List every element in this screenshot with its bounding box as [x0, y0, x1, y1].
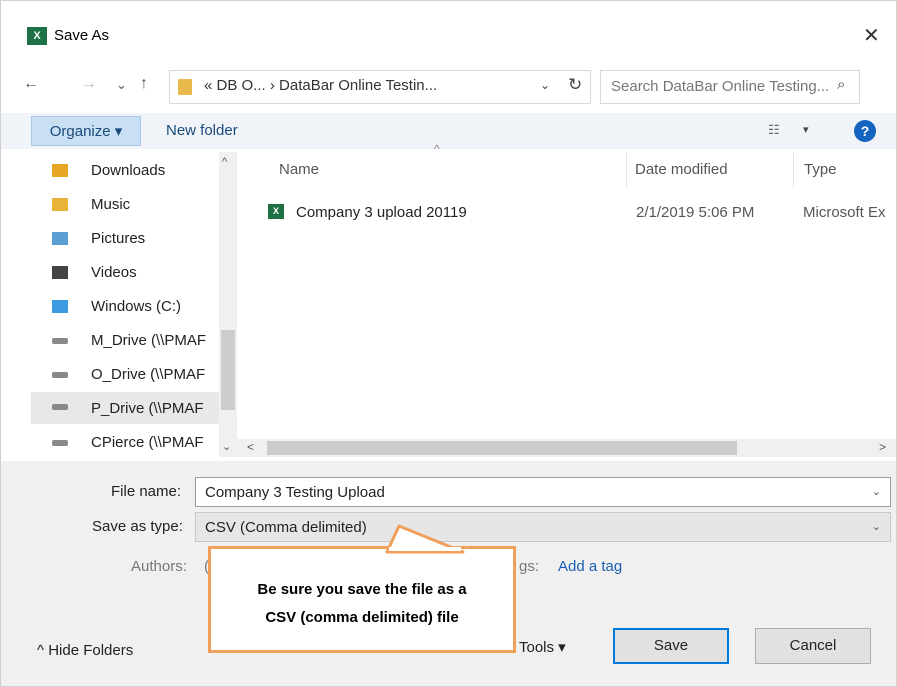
file-name-value: Company 3 Testing Upload: [205, 484, 385, 501]
callout-line-2: CSV (comma delimited) file: [265, 609, 459, 626]
sort-arrow-icon: ^: [434, 142, 440, 156]
help-icon[interactable]: ?: [854, 120, 876, 142]
search-input[interactable]: Search DataBar Online Testing...: [611, 78, 829, 95]
save-button[interactable]: Save: [613, 628, 729, 664]
back-arrow-icon[interactable]: ←: [23, 75, 39, 93]
sidebar-item-label: M_Drive (\\PMAF: [91, 332, 207, 349]
file-list-row[interactable]: X Company 3 upload 20119 2/1/2019 5:06 P…: [259, 197, 896, 227]
sidebar-item-downloads[interactable]: Downloads: [31, 156, 237, 184]
view-options-icon[interactable]: ☷: [768, 122, 780, 138]
sidebar-item-label: Windows (C:): [91, 298, 182, 315]
sidebar-item-o-drive[interactable]: O_Drive (\\PMAF: [31, 360, 237, 388]
scroll-down-icon[interactable]: ⌄: [222, 440, 231, 453]
navigation-pane: Downloads Music Pictures Videos Windows …: [31, 152, 237, 457]
sidebar-item-cpierce[interactable]: CPierce (\\PMAF: [31, 428, 237, 456]
tags-label: gs:: [519, 558, 540, 575]
new-folder-button[interactable]: New folder: [166, 122, 238, 139]
column-header-type[interactable]: Type: [804, 161, 837, 178]
file-name-label: File name:: [111, 483, 182, 500]
scroll-up-icon[interactable]: ^: [222, 156, 227, 168]
sidebar-item-label: Music: [91, 196, 131, 213]
sidebar-item-label: Videos: [91, 264, 137, 281]
scroll-left-icon[interactable]: <: [247, 440, 254, 454]
sidebar-item-label: Downloads: [91, 162, 166, 179]
videos-icon: [52, 266, 68, 279]
sidebar-item-windows-c[interactable]: Windows (C:): [31, 292, 237, 320]
file-date: 2/1/2019 5:06 PM: [636, 204, 755, 221]
address-dropdown-icon[interactable]: ⌄: [540, 78, 550, 92]
refresh-icon[interactable]: ↻: [568, 75, 582, 95]
sidebar-item-music[interactable]: Music: [31, 190, 237, 218]
tools-dropdown[interactable]: Tools ▾: [519, 638, 566, 656]
save-as-dialog: X Save As ✕ ← → ⌄ ↑ « DB O... › DataBar …: [0, 0, 897, 687]
sidebar-item-label: O_Drive (\\PMAF: [91, 366, 206, 383]
chevron-down-icon[interactable]: ⌄: [872, 520, 881, 533]
authors-label: Authors:: [131, 558, 187, 575]
view-dropdown-icon[interactable]: ▾: [803, 123, 809, 136]
scrollbar-thumb[interactable]: [221, 330, 235, 410]
windows-drive-icon: [52, 300, 68, 313]
sidebar-item-pictures[interactable]: Pictures: [31, 224, 237, 252]
sidebar-scrollbar[interactable]: ^ ⌄: [219, 152, 237, 457]
add-tag-link[interactable]: Add a tag: [558, 558, 622, 575]
chevron-down-icon[interactable]: ⌄: [872, 485, 881, 498]
excel-icon: X: [27, 27, 47, 45]
network-drive-icon: [52, 372, 68, 378]
save-type-label: Save as type:: [92, 518, 183, 535]
breadcrumb[interactable]: « DB O... › DataBar Online Testin...: [204, 77, 437, 94]
annotation-callout: Be sure you save the file as a CSV (comm…: [208, 546, 516, 653]
scrollbar-thumb[interactable]: [267, 441, 737, 455]
network-drive-icon: [52, 404, 68, 410]
file-type: Microsoft Ex: [803, 204, 886, 221]
command-toolbar: Organize ▾ New folder ☷ ▾ ?: [1, 113, 896, 149]
column-divider[interactable]: [793, 153, 794, 187]
search-box[interactable]: Search DataBar Online Testing... ⌕: [600, 70, 860, 104]
search-icon[interactable]: ⌕: [837, 76, 845, 93]
file-name-field[interactable]: Company 3 Testing Upload ⌄: [195, 477, 891, 507]
organize-button[interactable]: Organize ▾: [31, 116, 141, 146]
file-list-hscrollbar[interactable]: < >: [237, 439, 896, 457]
sidebar-item-m-drive[interactable]: M_Drive (\\PMAF: [31, 326, 237, 354]
column-divider[interactable]: [626, 153, 627, 187]
pictures-icon: [52, 232, 68, 245]
column-header-name[interactable]: Name: [279, 161, 319, 178]
callout-pointer-icon: [385, 524, 465, 554]
column-header-date[interactable]: Date modified: [635, 161, 728, 178]
address-bar[interactable]: « DB O... › DataBar Online Testin... ⌄ ↻: [169, 70, 591, 104]
sidebar-item-label: Pictures: [91, 230, 146, 247]
title-bar: X Save As ✕: [1, 1, 896, 47]
sidebar-item-label: P_Drive (\\PMAF: [91, 400, 204, 417]
callout-line-1: Be sure you save the file as a: [257, 581, 467, 598]
music-icon: [52, 198, 68, 211]
save-as-type-select[interactable]: CSV (Comma delimited) ⌄: [195, 512, 891, 542]
file-name: Company 3 upload 20119: [296, 204, 467, 221]
hide-folders-button[interactable]: ^ Hide Folders: [37, 642, 133, 659]
cancel-button[interactable]: Cancel: [755, 628, 871, 664]
network-drive-icon: [52, 338, 68, 344]
up-arrow-icon[interactable]: ↑: [140, 75, 148, 93]
recent-locations-chevron-icon[interactable]: ⌄: [116, 77, 127, 93]
folder-icon: [178, 79, 192, 95]
excel-file-icon: X: [268, 204, 284, 219]
dialog-title: Save As: [54, 27, 110, 44]
forward-arrow-icon[interactable]: →: [81, 75, 97, 93]
scroll-right-icon[interactable]: >: [879, 440, 886, 454]
navigation-bar: ← → ⌄ ↑ « DB O... › DataBar Online Testi…: [1, 69, 896, 104]
sidebar-item-p-drive[interactable]: P_Drive (\\PMAF: [31, 392, 237, 424]
sidebar-item-videos[interactable]: Videos: [31, 258, 237, 286]
close-icon[interactable]: ✕: [863, 23, 880, 48]
sidebar-item-label: CPierce (\\PMAF: [91, 434, 204, 451]
network-drive-icon: [52, 440, 68, 446]
downloads-icon: [52, 164, 68, 177]
